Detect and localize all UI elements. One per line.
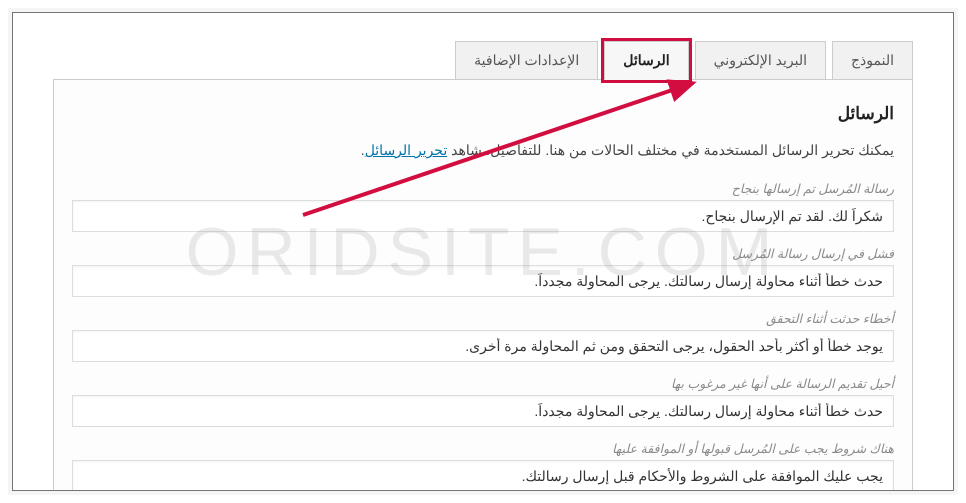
- panel-description: يمكنك تحرير الرسائل المستخدمة في مختلف ا…: [72, 142, 894, 159]
- panel-title: الرسائل: [72, 104, 894, 124]
- tabs-row: النموذج البريد الإلكتروني الرسائل الإعدا…: [53, 41, 913, 80]
- field-input-validation[interactable]: [72, 330, 894, 362]
- edit-messages-link[interactable]: تحرير الرسائل: [365, 142, 448, 158]
- field-input-terms[interactable]: [72, 460, 894, 491]
- messages-panel: الرسائل يمكنك تحرير الرسائل المستخدمة في…: [53, 79, 913, 491]
- screenshot-frame: النموذج البريد الإلكتروني الرسائل الإعدا…: [12, 12, 954, 491]
- tab-additional-settings[interactable]: الإعدادات الإضافية: [455, 41, 598, 80]
- field-terms: هناك شروط يجب على المُرسل قبولها أو المو…: [72, 441, 894, 491]
- field-validation: أخطاء حدثت أثناء التحقق: [72, 311, 894, 362]
- field-success: رسالة المُرسل تم إرسالها بنجاح: [72, 181, 894, 232]
- field-failed: فشل في إرسال رسالة المُرسل: [72, 246, 894, 297]
- field-input-success[interactable]: [72, 200, 894, 232]
- desc-text: يمكنك تحرير الرسائل المستخدمة في مختلف ا…: [447, 142, 894, 158]
- tab-messages[interactable]: الرسائل: [604, 41, 688, 80]
- field-label: أخطاء حدثت أثناء التحقق: [72, 311, 894, 326]
- tab-form[interactable]: النموذج: [832, 41, 913, 80]
- field-spam: أحيل تقديم الرسالة على أنها غير مرغوب به…: [72, 376, 894, 427]
- field-label: رسالة المُرسل تم إرسالها بنجاح: [72, 181, 894, 196]
- field-label: فشل في إرسال رسالة المُرسل: [72, 246, 894, 261]
- field-label: أحيل تقديم الرسالة على أنها غير مرغوب به…: [72, 376, 894, 391]
- tab-email[interactable]: البريد الإلكتروني: [695, 41, 826, 80]
- field-input-spam[interactable]: [72, 395, 894, 427]
- field-input-failed[interactable]: [72, 265, 894, 297]
- field-label: هناك شروط يجب على المُرسل قبولها أو المو…: [72, 441, 894, 456]
